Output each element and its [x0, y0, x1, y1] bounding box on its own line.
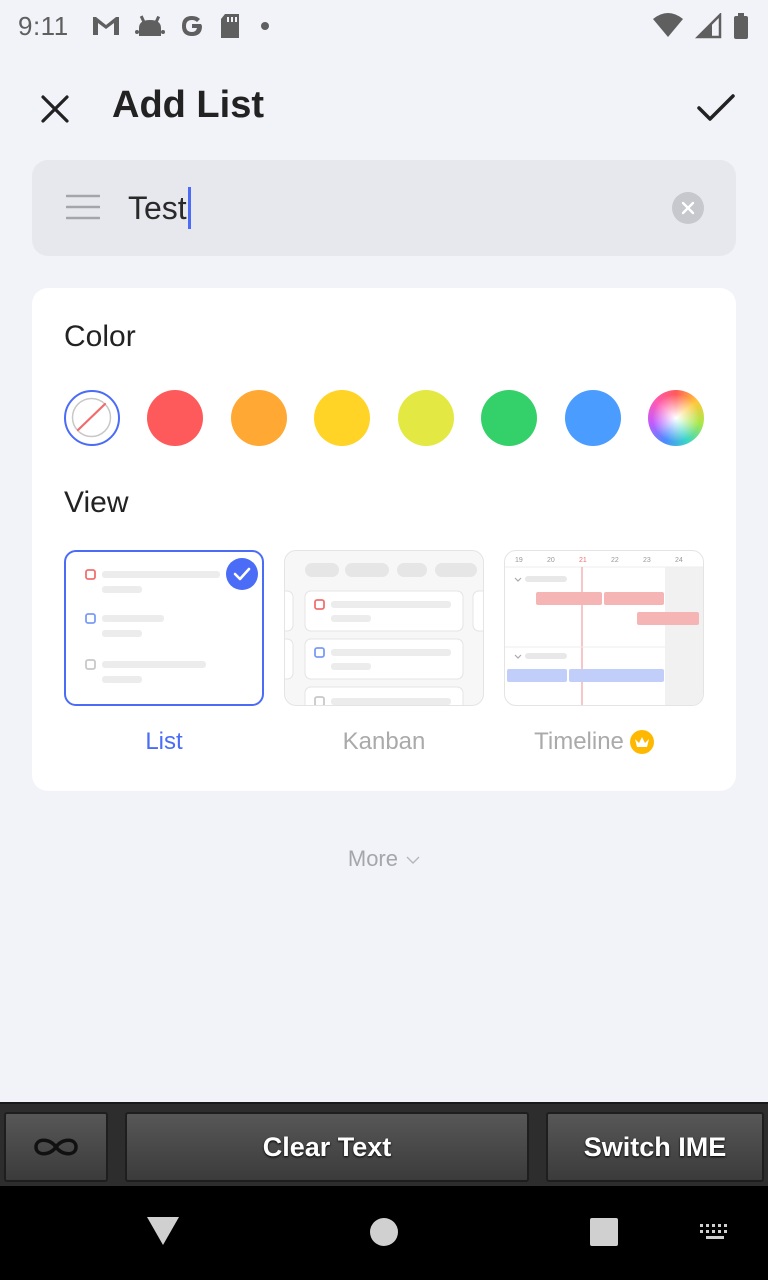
view-label-timeline-wrap: Timeline: [494, 728, 694, 756]
color-swatch-blue[interactable]: [565, 390, 621, 446]
keyboard-icon[interactable]: [698, 1222, 732, 1247]
text-cursor: [187, 187, 191, 229]
selected-check-icon: [226, 558, 258, 590]
page-title: Add List: [112, 84, 264, 126]
list-name-field[interactable]: Test: [32, 160, 736, 256]
menu-icon: [65, 192, 101, 227]
clear-text-button[interactable]: Clear Text: [125, 1112, 529, 1182]
color-section-label: Color: [64, 320, 136, 353]
timeline-date-23: 23: [643, 557, 651, 564]
system-icons: [652, 12, 750, 40]
close-button[interactable]: [30, 84, 80, 134]
view-option-list[interactable]: [64, 550, 264, 706]
view-label-list: List: [145, 728, 183, 755]
ime-toolbar: Clear Text Switch IME: [0, 1102, 768, 1186]
list-name-value: Test: [128, 189, 187, 226]
color-swatch-red[interactable]: [147, 390, 203, 446]
infinity-button[interactable]: [4, 1112, 108, 1182]
dot-icon: [255, 16, 275, 36]
view-label-timeline: Timeline: [534, 728, 624, 755]
color-swatch-yellow[interactable]: [314, 390, 370, 446]
color-swatches: [64, 390, 704, 448]
navigation-bar: [0, 1186, 768, 1280]
view-option-timeline[interactable]: 19 20 21 22 23 24: [504, 550, 704, 706]
options-card: Color View 19 20 21 22 23 24 List Kanban…: [32, 288, 736, 791]
view-option-kanban[interactable]: [284, 550, 484, 706]
wifi-icon: [652, 13, 684, 39]
clear-icon[interactable]: [672, 192, 704, 224]
timeline-date-24: 24: [675, 557, 683, 564]
more-label: More: [347, 846, 398, 871]
header: Add List: [0, 70, 768, 142]
notification-icons: [91, 13, 275, 39]
home-circle-icon[interactable]: [369, 1217, 399, 1252]
back-triangle-icon[interactable]: [146, 1216, 180, 1251]
android-icon: [134, 14, 165, 38]
battery-icon: [732, 12, 750, 40]
sd-card-icon: [219, 13, 241, 39]
signal-icon: [694, 13, 722, 39]
check-icon: [697, 94, 735, 121]
switch-ime-button[interactable]: Switch IME: [546, 1112, 764, 1182]
view-options: 19 20 21 22 23 24: [64, 550, 704, 710]
google-icon: [179, 13, 205, 39]
color-swatch-none[interactable]: [64, 390, 120, 446]
color-swatch-green[interactable]: [481, 390, 537, 446]
color-swatch-orange[interactable]: [231, 390, 287, 446]
confirm-button[interactable]: [688, 80, 744, 136]
crown-icon: [629, 730, 654, 754]
infinity-icon: [34, 1138, 78, 1156]
timeline-date-19: 19: [515, 557, 523, 564]
gmail-icon: [91, 15, 121, 37]
view-label-kanban: Kanban: [342, 728, 426, 755]
color-swatch-lime[interactable]: [398, 390, 454, 446]
color-swatch-custom[interactable]: [648, 390, 704, 446]
list-name-input[interactable]: Test: [128, 186, 191, 230]
recents-square-icon[interactable]: [589, 1217, 619, 1252]
timeline-date-21: 21: [579, 557, 587, 564]
status-time: 9:11: [18, 10, 69, 41]
timeline-date-22: 22: [611, 557, 619, 564]
view-section-label: View: [64, 486, 129, 519]
close-icon: [41, 95, 69, 123]
timeline-date-20: 20: [547, 557, 555, 564]
chevron-down-icon: [406, 856, 420, 865]
status-bar: 9:11: [0, 0, 768, 52]
more-button[interactable]: More: [0, 846, 768, 872]
